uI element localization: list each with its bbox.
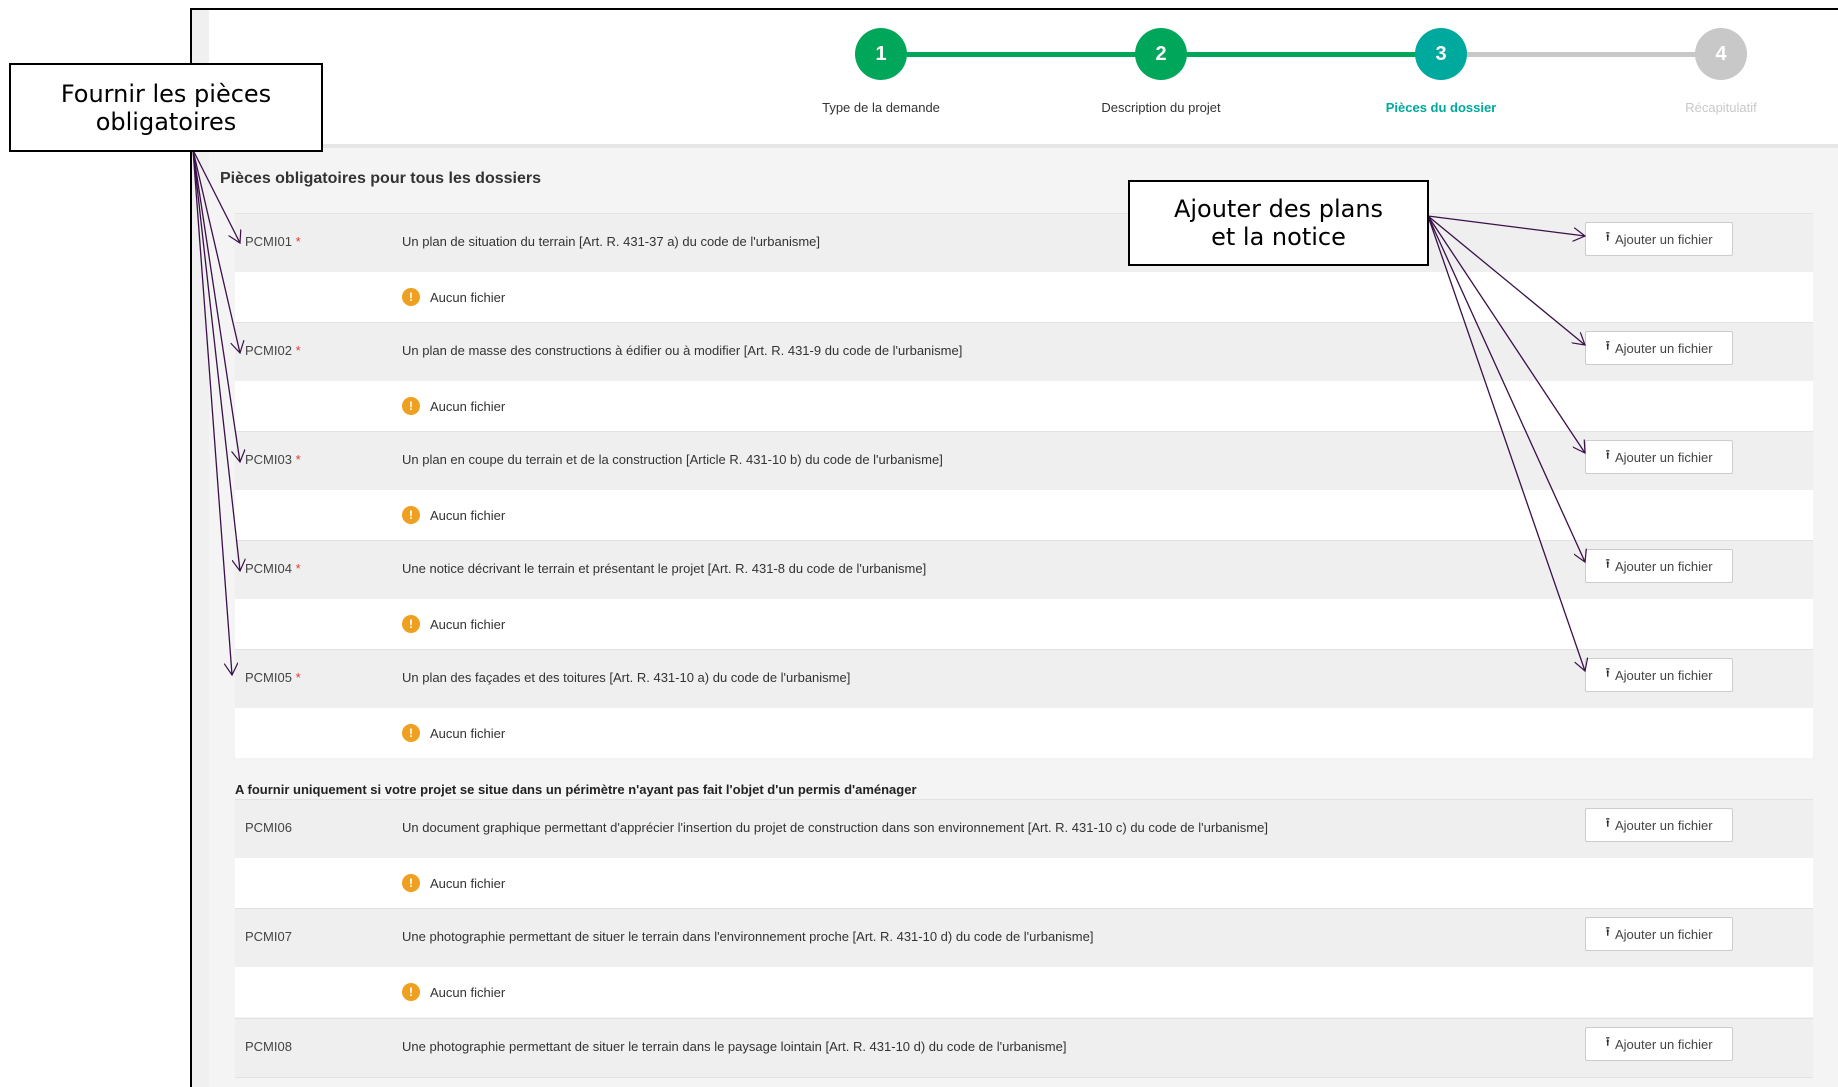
arrow-right-1 xyxy=(1427,215,1585,236)
callout-mandatory-documents: Fournir les pièces obligatoires xyxy=(9,63,323,152)
arrow-right-5 xyxy=(1427,215,1585,671)
arrow-left-5 xyxy=(192,149,232,675)
arrow-right-3 xyxy=(1427,215,1585,453)
annotation-arrows xyxy=(192,149,1838,1087)
arrow-right-4 xyxy=(1427,215,1585,562)
arrow-left-4 xyxy=(192,149,240,571)
arrow-right-2 xyxy=(1427,215,1585,345)
callout-add-plans: Ajouter des plans et la notice xyxy=(1128,180,1429,266)
